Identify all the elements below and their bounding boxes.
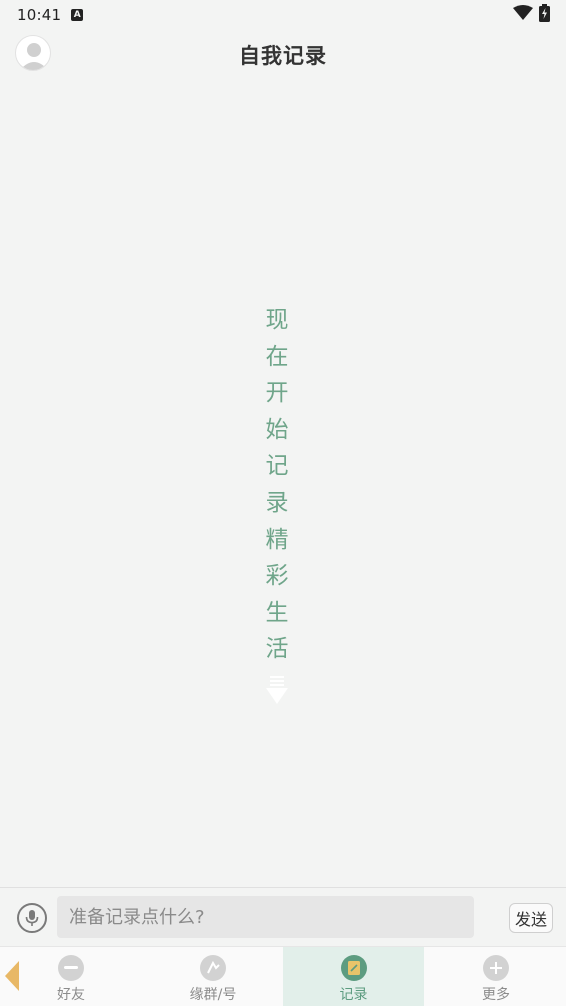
- tab-label: 缘群/号: [189, 987, 237, 1003]
- tab-friends[interactable]: 好友: [40, 947, 102, 1006]
- wifi-icon: [513, 5, 533, 25]
- header: 自我记录: [0, 30, 566, 80]
- notification-badge: A: [71, 9, 84, 21]
- slogan-char: 记: [265, 453, 289, 480]
- input-bar: 发送: [0, 887, 566, 946]
- status-right: [513, 4, 550, 26]
- slogan-char: 始: [265, 416, 289, 443]
- slogan-char: 生: [265, 599, 289, 626]
- slogan-char: 精: [265, 526, 289, 553]
- vertical-slogan: 现 在 开 始 记 录 精 彩 生 活: [260, 302, 294, 710]
- slogan-char: 开: [265, 380, 289, 407]
- back-triangle-icon[interactable]: [4, 961, 20, 995]
- tab-more[interactable]: 更多: [466, 947, 526, 1006]
- tab-bar: 好友 缘群/号 记录 更多: [0, 946, 566, 1006]
- microphone-icon[interactable]: [17, 903, 47, 933]
- status-bar: 10:41 A: [0, 0, 566, 30]
- tab-records[interactable]: 记录: [283, 947, 424, 1006]
- slogan-char: 现: [265, 307, 289, 333]
- tab-label: 好友: [57, 987, 85, 1003]
- slogan-char: 在: [265, 343, 289, 370]
- send-button[interactable]: 发送: [509, 903, 553, 933]
- record-input[interactable]: [57, 896, 474, 938]
- page-title: 自我记录: [239, 44, 327, 68]
- status-left: 10:41 A: [17, 6, 84, 24]
- slogan-char: 活: [265, 636, 289, 663]
- battery-charging-icon: [539, 4, 550, 26]
- tab-label: 更多: [482, 987, 510, 1003]
- status-time: 10:41: [17, 6, 62, 24]
- tab-label: 记录: [339, 987, 368, 1003]
- scroll-down-arrow-icon: [265, 675, 289, 710]
- friends-icon: [58, 955, 84, 981]
- tab-groups[interactable]: 缘群/号: [172, 947, 254, 1006]
- groups-icon: [200, 955, 226, 981]
- record-note-icon: [340, 955, 367, 981]
- more-icon: [483, 955, 509, 981]
- slogan-char: 录: [265, 489, 289, 516]
- default-avatar-icon[interactable]: [15, 35, 51, 71]
- slogan-char: 彩: [265, 563, 289, 590]
